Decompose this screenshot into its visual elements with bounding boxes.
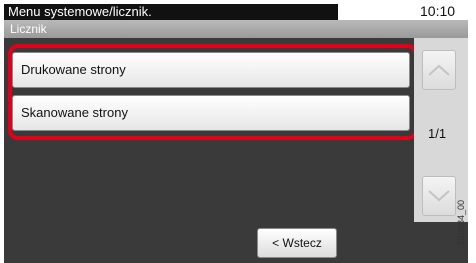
scroll-down-button[interactable] (422, 176, 456, 216)
back-button-label: < Wstecz (272, 236, 322, 250)
page-title: Menu systemowe/licznik. (4, 4, 338, 20)
clock: 10:10 (420, 3, 456, 19)
screen: Menu systemowe/licznik. 10:10 Licznik Dr… (0, 0, 468, 263)
image-code-text: 3B0584_00 (456, 199, 467, 247)
page-indicator: 1/1 (428, 126, 447, 141)
section-title: Licznik (4, 20, 468, 38)
scanned-pages-button[interactable]: Skanowane strony (12, 95, 410, 131)
printed-pages-button[interactable]: Drukowane strony (12, 52, 410, 88)
footer: < Wstecz (4, 222, 468, 263)
header: Menu systemowe/licznik. 10:10 Licznik (0, 0, 468, 38)
image-code: 3B0584_00 (456, 184, 476, 263)
scroll-column: 1/1 (414, 38, 468, 222)
chevron-up-icon (428, 64, 450, 76)
back-button[interactable]: < Wstecz (257, 228, 337, 258)
chevron-down-icon (428, 190, 450, 202)
scroll-up-button[interactable] (422, 50, 456, 90)
